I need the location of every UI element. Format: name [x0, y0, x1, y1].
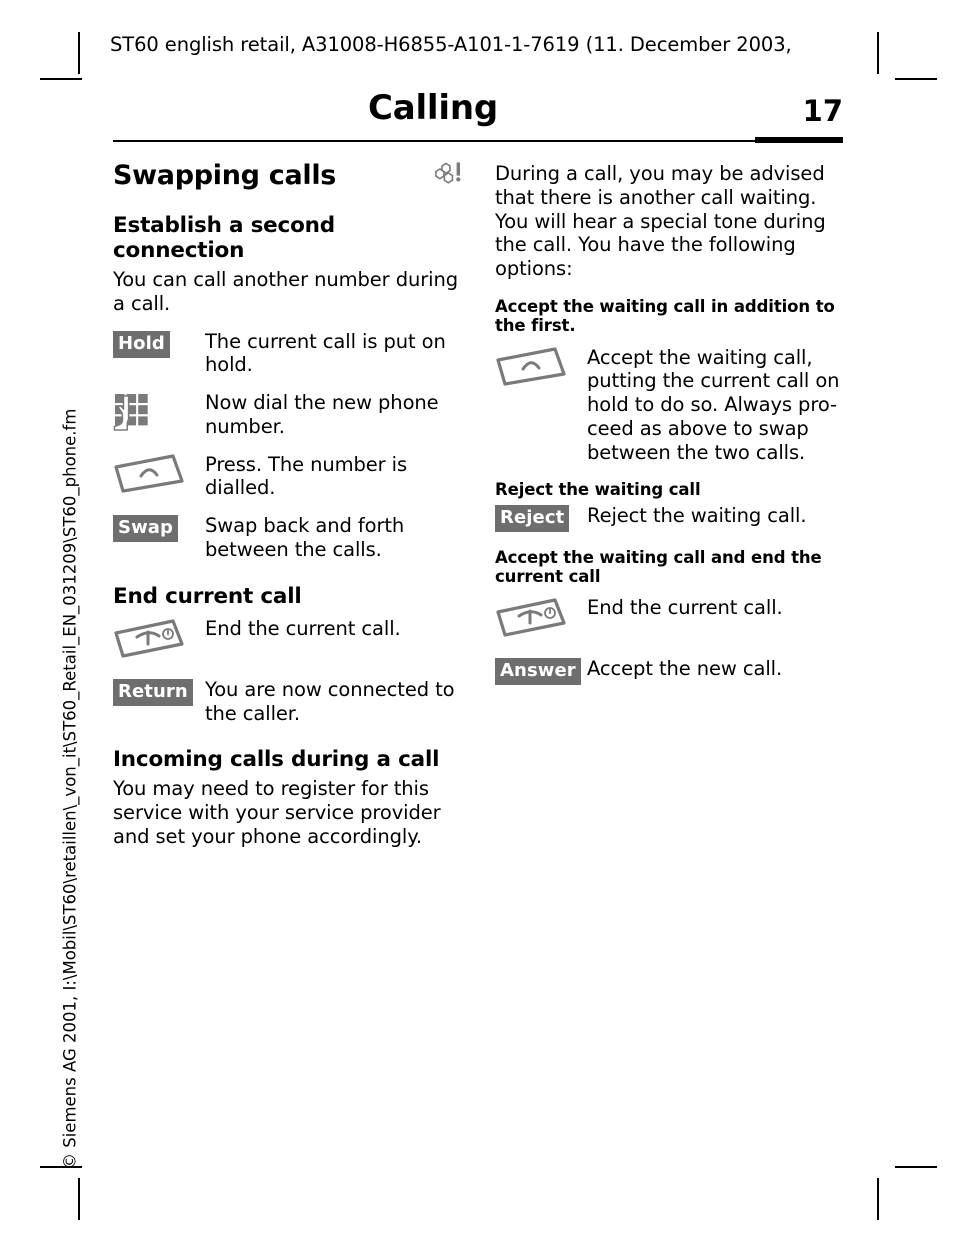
section-title: Swapping calls: [113, 160, 337, 191]
crop-mark-top-right-horizontal: [895, 78, 937, 80]
keypad-hand-icon: [113, 392, 151, 436]
key-gutter: Return: [113, 678, 205, 706]
minor-heading-accept-in-addition: Accept the waiting call in addition to t…: [495, 296, 835, 336]
softkey-answer[interactable]: Answer: [495, 658, 581, 686]
running-header: ST60 english retail, A31008-H6855-A101-1…: [110, 33, 792, 56]
crop-mark-top-left-horizontal: [40, 78, 82, 80]
crop-mark-bottom-right-vertical: [877, 1178, 879, 1220]
title-rule-thick: [755, 137, 843, 143]
row-description: Press. The number is dialled.: [205, 452, 408, 500]
key-gutter: Swap: [113, 514, 205, 543]
definition-row-hold: Hold The current call is put on hold.: [113, 330, 463, 378]
softkey-hold[interactable]: Hold: [113, 330, 170, 358]
definition-row-end-call: End the current call.: [113, 617, 463, 664]
key-gutter: [495, 346, 587, 393]
key-gutter: [113, 391, 205, 436]
key-gutter: [495, 596, 587, 643]
page-number: 17: [802, 94, 843, 128]
left-column: Swapping calls Establish a second connec…: [113, 160, 463, 849]
row-description: End the current call.: [587, 596, 783, 620]
row-description: Accept the new call.: [587, 657, 783, 681]
call-key-icon: [113, 454, 185, 500]
spine-note: © Siemens AG 2001, I:\Mobil\ST60\retaill…: [60, 408, 80, 1170]
definition-row-reject: Reject Reject the waiting call.: [495, 504, 843, 532]
intro-paragraph-establish: You can call another number during a cal…: [113, 268, 459, 315]
subsection-heading-establish-second-connection: Establish a second connection: [113, 213, 335, 263]
key-gutter: [113, 453, 205, 500]
network-cells-alert-icon: [435, 160, 463, 186]
subsection-heading-incoming-calls: Incoming calls during a call: [113, 747, 440, 773]
key-gutter: Answer: [495, 657, 587, 686]
end-call-key-icon: [113, 618, 185, 664]
definition-row-accept-waiting-call: Accept the waiting call, putting the cur…: [495, 346, 843, 465]
definition-row-return: Return You are now connected to the call…: [113, 678, 463, 726]
paragraph-call-waiting-intro: During a call, you may be advised that t…: [495, 162, 826, 281]
definition-row-press-call-key: Press. The number is dialled.: [113, 453, 463, 501]
definition-row-dial-number: Now dial the new phone number.: [113, 391, 463, 439]
definition-row-swap: Swap Swap back and forth between the cal…: [113, 514, 463, 562]
minor-heading-accept-and-end: Accept the waiting call and end the curr…: [495, 547, 822, 586]
row-description: Reject the waiting call.: [587, 503, 807, 527]
section-title-row: Swapping calls: [113, 160, 463, 195]
definition-row-answer: Answer Accept the new call.: [495, 657, 843, 686]
minor-heading-reject-waiting-call: Reject the waiting call: [495, 480, 701, 500]
page-title: Calling: [367, 88, 498, 128]
right-column: During a call, you may be advised that t…: [495, 160, 843, 686]
crop-mark-top-left-vertical: [78, 32, 80, 74]
crop-mark-bottom-right-horizontal: [895, 1166, 937, 1168]
end-call-key-icon: [495, 597, 567, 643]
paragraph-incoming-calls: You may need to register for this servic…: [113, 777, 441, 848]
key-gutter: [113, 617, 205, 664]
subsection-heading-end-current-call: End current call: [113, 583, 302, 609]
row-description: Now dial the new phone number.: [205, 391, 439, 438]
row-description: End the current call.: [205, 616, 401, 640]
definition-row-end-current-call: End the current call.: [495, 596, 843, 643]
crop-mark-bottom-left-vertical: [78, 1178, 80, 1220]
softkey-reject[interactable]: Reject: [495, 504, 570, 532]
softkey-return[interactable]: Return: [113, 678, 193, 706]
row-description: The current call is put on hold.: [205, 329, 446, 377]
page-title-band: Calling 17: [113, 88, 843, 146]
row-description: Swap back and forth between the calls.: [205, 514, 405, 562]
key-gutter: Reject: [495, 504, 587, 532]
row-description: Accept the waiting call, putting the cur…: [587, 345, 840, 464]
title-rule-thin: [113, 140, 755, 142]
crop-mark-top-right-vertical: [877, 32, 879, 74]
softkey-swap[interactable]: Swap: [113, 515, 179, 543]
call-key-icon: [495, 346, 567, 393]
row-description: You are now connected to the caller.: [205, 677, 455, 725]
key-gutter: Hold: [113, 330, 205, 358]
